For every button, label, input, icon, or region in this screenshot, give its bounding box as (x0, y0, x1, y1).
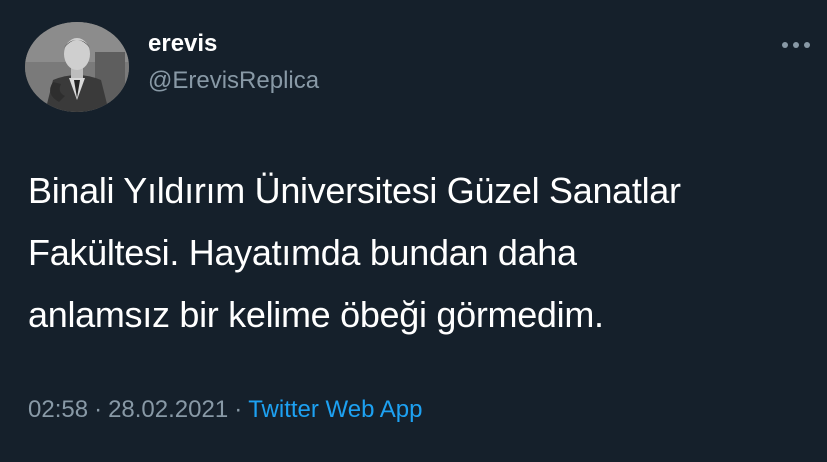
tweet-text: Binali Yıldırım Üniversitesi Güzel Sanat… (28, 160, 808, 346)
meta-separator: · (94, 396, 103, 423)
meta-separator: · (234, 396, 243, 423)
tweet-text-line: Fakültesi. Hayatımda bundan daha (28, 232, 577, 273)
tweet-date[interactable]: 28.02.2021 (108, 396, 228, 423)
more-horizontal-icon[interactable] (781, 38, 811, 52)
display-name[interactable]: erevis (148, 29, 217, 59)
tweet-source-link[interactable]: Twitter Web App (248, 396, 422, 423)
user-handle[interactable]: @ErevisReplica (148, 66, 319, 96)
tweet-time[interactable]: 02:58 (28, 396, 88, 423)
tweet-card: erevis @ErevisReplica Binali Yıldırım Ün… (0, 0, 827, 462)
avatar[interactable] (25, 22, 129, 112)
tweet-text-line: Binali Yıldırım Üniversitesi Güzel Sanat… (28, 170, 681, 211)
tweet-meta: 02:58 · 28.02.2021 · Twitter Web App (28, 395, 423, 425)
tweet-text-line: anlamsız bir kelime öbeği görmedim. (28, 294, 604, 335)
profile-photo (25, 22, 129, 112)
